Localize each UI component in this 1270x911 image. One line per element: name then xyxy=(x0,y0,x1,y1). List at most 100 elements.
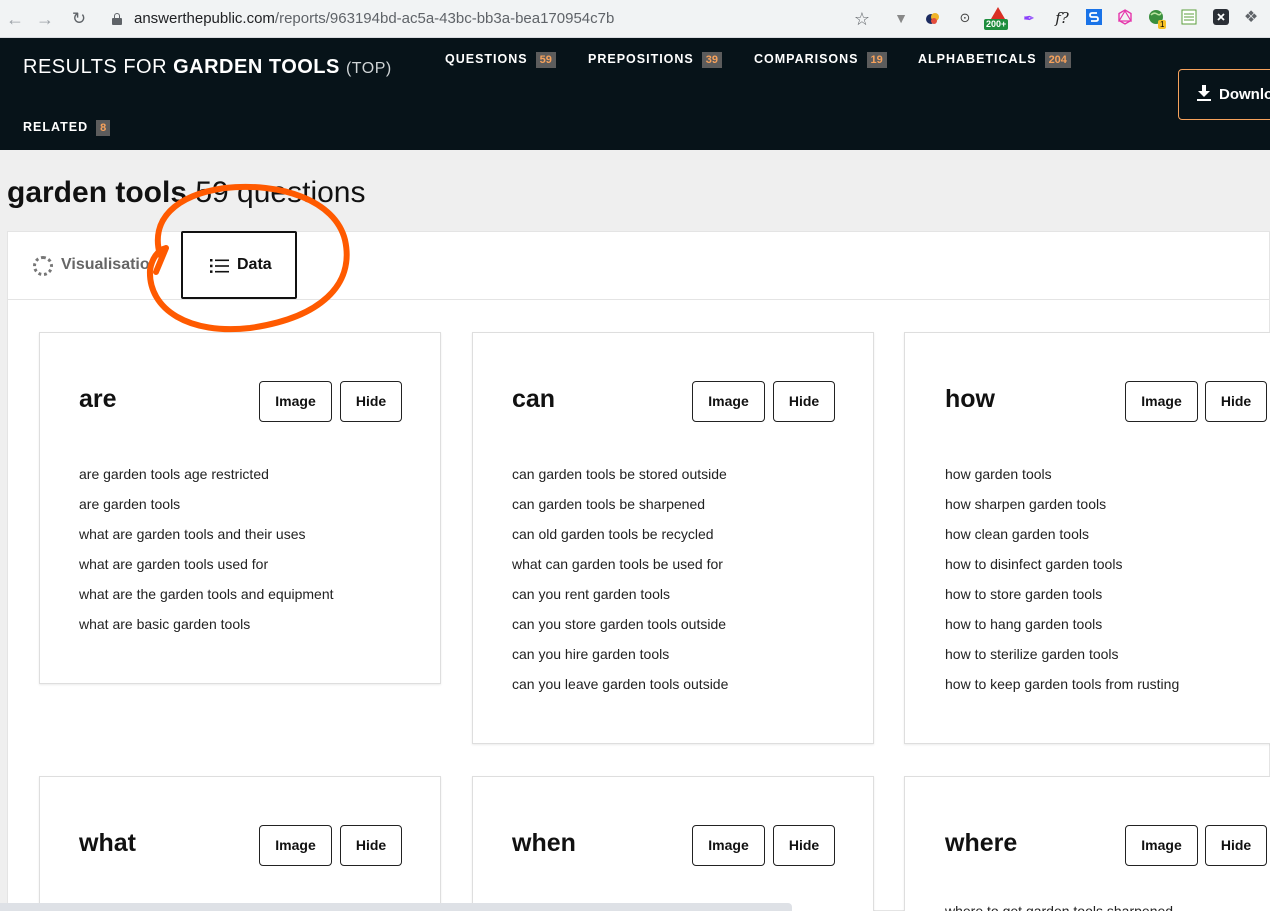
image-button[interactable]: Image xyxy=(259,381,332,422)
image-button[interactable]: Image xyxy=(692,825,765,866)
url-path: /reports/963194bd-ac5a-43bc-bb3a-bea1709… xyxy=(274,10,615,27)
results-scope: (TOP) xyxy=(345,60,392,77)
question-item[interactable]: how sharpen garden tools xyxy=(945,489,1179,519)
download-label: Downlo xyxy=(1219,86,1270,103)
visualisation-label: Visualisatio xyxy=(61,256,150,273)
list-icon xyxy=(210,259,229,273)
extension-x-icon[interactable] xyxy=(1212,9,1230,27)
question-item[interactable]: how to store garden tools xyxy=(945,579,1179,609)
tab-questions-label: QUESTIONS xyxy=(445,52,528,66)
image-button[interactable]: Image xyxy=(1125,825,1198,866)
card-title: when xyxy=(512,829,576,857)
extension-function-icon[interactable]: f? xyxy=(1052,9,1072,27)
question-item[interactable]: can you store garden tools outside xyxy=(512,609,728,639)
question-item[interactable]: can garden tools be sharpened xyxy=(512,489,728,519)
extension-globe-icon[interactable]: 1 xyxy=(1148,9,1167,29)
tab-comparisons[interactable]: COMPARISONS 19 xyxy=(754,52,887,68)
site-header: RESULTS FOR GARDEN TOOLS (TOP) QUESTIONS… xyxy=(0,38,1270,150)
tab-prepositions-count: 39 xyxy=(701,52,723,68)
question-item[interactable]: are garden tools xyxy=(79,489,334,519)
question-item[interactable]: how to disinfect garden tools xyxy=(945,549,1179,579)
reload-icon[interactable]: ↻ xyxy=(68,8,90,30)
hide-button[interactable]: Hide xyxy=(773,825,835,866)
page-title-keyword: garden tools xyxy=(7,176,188,209)
question-item[interactable]: can old garden tools be recycled xyxy=(512,519,728,549)
image-button[interactable]: Image xyxy=(1125,381,1198,422)
lock-icon xyxy=(112,13,122,25)
question-item[interactable]: how clean garden tools xyxy=(945,519,1179,549)
extension-s-icon[interactable] xyxy=(1085,9,1103,27)
question-item[interactable]: how to sterilize garden tools xyxy=(945,639,1179,669)
extension-sheet-icon[interactable] xyxy=(1180,9,1198,27)
card-how: how Image Hide how garden tools how shar… xyxy=(904,332,1270,744)
extension-feather-icon[interactable]: ✒ xyxy=(1020,9,1038,27)
question-item[interactable]: how to keep garden tools from rusting xyxy=(945,669,1179,699)
question-item[interactable]: what can garden tools be used for xyxy=(512,549,728,579)
tab-data[interactable]: Data xyxy=(181,231,297,299)
tab-alphabeticals-label: ALPHABETICALS xyxy=(918,52,1037,66)
data-label: Data xyxy=(237,256,272,273)
url-host: answerthepublic.com xyxy=(134,10,275,27)
status-bar xyxy=(0,903,792,911)
question-item[interactable]: can you hire garden tools xyxy=(512,639,728,669)
extension-badge: 200+ xyxy=(984,19,1009,30)
back-icon[interactable]: ← xyxy=(4,8,26,30)
visualisation-icon xyxy=(33,256,53,276)
question-list: where to get garden tools sharpened xyxy=(945,896,1173,911)
url-text: answerthepublic.com/reports/963194bd-ac5… xyxy=(134,5,614,33)
question-item[interactable]: can garden tools be stored outside xyxy=(512,459,728,489)
hide-button[interactable]: Hide xyxy=(340,381,402,422)
question-item[interactable]: what are basic garden tools xyxy=(79,609,334,639)
image-button[interactable]: Image xyxy=(259,825,332,866)
question-list: can garden tools be stored outside can g… xyxy=(512,459,728,699)
bookmark-star-icon[interactable]: ☆ xyxy=(854,5,870,33)
card-title: are xyxy=(79,385,117,413)
tab-prepositions[interactable]: PREPOSITIONS 39 xyxy=(588,52,723,68)
extension-circle-icon[interactable]: ⊙ xyxy=(956,9,974,27)
extension-color-icon[interactable] xyxy=(924,9,942,27)
question-item[interactable]: can you rent garden tools xyxy=(512,579,728,609)
question-item[interactable]: can you leave garden tools outside xyxy=(512,669,728,699)
question-item[interactable]: how garden tools xyxy=(945,459,1179,489)
question-item[interactable]: how to hang garden tools xyxy=(945,609,1179,639)
card-title: can xyxy=(512,385,556,413)
tab-related-label: RELATED xyxy=(23,120,89,134)
extension-alert-icon[interactable]: 200+ xyxy=(984,7,1012,30)
question-item[interactable]: what are the garden tools and equipment xyxy=(79,579,334,609)
question-item[interactable]: where to get garden tools sharpened xyxy=(945,896,1173,911)
address-bar[interactable]: answerthepublic.com/reports/963194bd-ac5… xyxy=(100,5,878,33)
card-title: where xyxy=(945,829,1018,857)
question-item[interactable]: what are garden tools used for xyxy=(79,549,334,579)
results-prefix: RESULTS FOR xyxy=(23,56,168,78)
extension-funnel-icon[interactable]: ▼ xyxy=(892,9,910,27)
hide-button[interactable]: Hide xyxy=(1205,381,1267,422)
tab-related-count: 8 xyxy=(96,120,111,136)
hide-button[interactable]: Hide xyxy=(340,825,402,866)
question-item[interactable]: what are garden tools and their uses xyxy=(79,519,334,549)
page-title-count: 59 questions xyxy=(187,176,366,209)
hide-button[interactable]: Hide xyxy=(1205,825,1267,866)
tab-related[interactable]: RELATED 8 xyxy=(23,120,111,136)
extension-badge-small: 1 xyxy=(1158,20,1167,29)
tab-alphabeticals[interactable]: ALPHABETICALS 204 xyxy=(918,52,1071,68)
download-icon xyxy=(1197,72,1211,101)
download-button[interactable]: Downlo xyxy=(1178,69,1270,120)
tab-alphabeticals-count: 204 xyxy=(1044,52,1071,68)
card-title: what xyxy=(79,829,136,857)
card-where: where Image Hide where to get garden too… xyxy=(904,776,1270,911)
results-keyword: GARDEN TOOLS xyxy=(173,56,340,78)
tab-questions-count: 59 xyxy=(535,52,556,68)
image-button[interactable]: Image xyxy=(692,381,765,422)
tab-questions[interactable]: QUESTIONS 59 xyxy=(445,52,556,68)
card-can: can Image Hide can garden tools be store… xyxy=(472,332,874,744)
page-title: garden tools 59 questions xyxy=(7,176,365,210)
question-list: how garden tools how sharpen garden tool… xyxy=(945,459,1179,699)
card-what: what Image Hide xyxy=(39,776,441,911)
hide-button[interactable]: Hide xyxy=(773,381,835,422)
extension-graphql-icon[interactable] xyxy=(1116,9,1134,27)
extensions-puzzle-icon[interactable]: ❖ xyxy=(1242,9,1260,27)
card-when: when Image Hide xyxy=(472,776,874,911)
forward-icon[interactable]: → xyxy=(34,8,56,30)
question-item[interactable]: are garden tools age restricted xyxy=(79,459,334,489)
tab-prepositions-label: PREPOSITIONS xyxy=(588,52,694,66)
